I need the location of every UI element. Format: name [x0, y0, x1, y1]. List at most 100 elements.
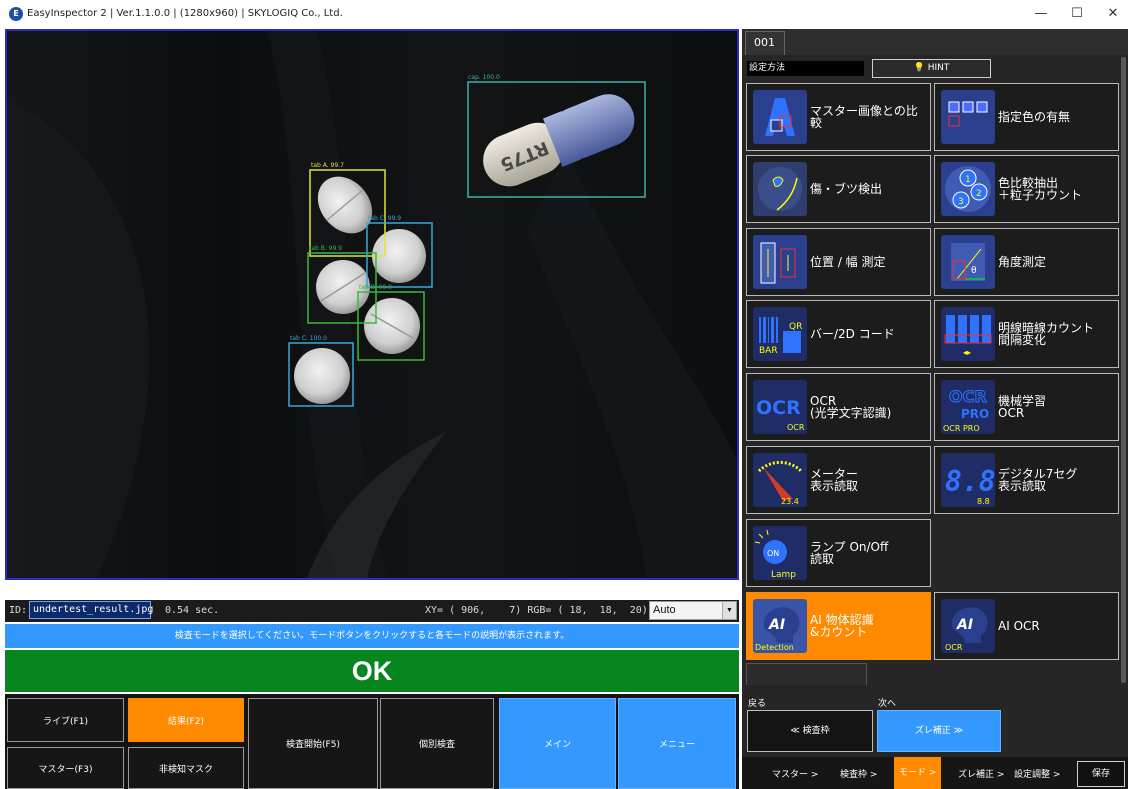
mode-master-compare[interactable]: マスター画像との比 較: [746, 83, 931, 151]
svg-text:θ: θ: [971, 266, 977, 276]
icon-text: AI: [956, 617, 973, 633]
next-label: 次へ: [878, 699, 897, 709]
icon-text: OCR PRO: [943, 424, 980, 433]
mode-meter[interactable]: 23.4 メーター 表示読取: [746, 446, 931, 514]
dropdown-arrow-icon[interactable]: ▼: [722, 602, 736, 619]
status-message: 検査モードを選択してください。モードボタンをクリックすると各モードの説明が表示さ…: [5, 624, 739, 648]
individual-inspection-button[interactable]: 個別検査: [380, 698, 494, 789]
seven-seg-icon: 8.8 8.8: [941, 453, 995, 507]
angle-icon: θ: [941, 235, 995, 289]
mode-label: メーター 表示読取: [810, 467, 859, 493]
crumb-offset-correction[interactable]: ズレ補正 >: [958, 767, 1004, 780]
svg-text:2: 2: [976, 189, 982, 199]
menu-button[interactable]: メニュー: [618, 698, 736, 789]
master-button[interactable]: マスター(F3): [7, 747, 124, 789]
display-mode-value: Auto: [653, 604, 676, 616]
mode-position-width[interactable]: 位置 / 幅 測定: [746, 228, 931, 296]
id-field[interactable]: undertest_result.jpg: [29, 601, 153, 619]
icon-text: PRO: [961, 407, 989, 421]
result-button[interactable]: 結果(F2): [128, 698, 244, 742]
scratch-detect-icon: [753, 162, 807, 216]
hint-label: HINT: [927, 63, 950, 73]
mode-color-presence[interactable]: 指定色の有無: [934, 83, 1119, 151]
icon-text: 8.8: [977, 497, 990, 506]
mode-line-count[interactable]: ◂▸ 明線暗線カウント 間隔変化: [934, 300, 1119, 368]
mode-barcode[interactable]: QR BAR バー/2D コード: [746, 300, 931, 368]
icon-text: OCR: [756, 397, 801, 419]
mode-label: ランプ On/Off 読取: [810, 540, 889, 566]
detection-label: tab C. 99.9: [368, 215, 401, 222]
barcode-icon: QR BAR: [753, 307, 807, 361]
main-button[interactable]: メイン: [499, 698, 616, 789]
icon-text: OCR: [787, 423, 805, 432]
ai-detection-icon: AI Detection: [753, 599, 807, 653]
live-button[interactable]: ライブ(F1): [7, 698, 124, 742]
next-button[interactable]: ズレ補正 ≫: [877, 710, 1001, 752]
mode-scratch-detect[interactable]: 傷・ブツ検出: [746, 155, 931, 223]
mode-label: 位置 / 幅 測定: [810, 255, 886, 269]
svg-text:3: 3: [958, 197, 964, 207]
display-mode-select[interactable]: Auto ▼: [649, 601, 737, 620]
lightbulb-icon: 💡: [913, 63, 925, 73]
mode-list-scrollbar[interactable]: [1121, 57, 1126, 683]
processing-time: 0.54 sec.: [165, 605, 220, 616]
detection-label: tab B. 99.9: [309, 245, 342, 252]
back-button[interactable]: ≪ 検査枠: [747, 710, 873, 752]
close-button[interactable]: ✕: [1098, 4, 1128, 24]
mode-label: マスター画像との比 較: [810, 104, 918, 130]
mode-label: 明線暗線カウント 間隔変化: [998, 321, 1095, 347]
ocr-icon: OCR OCR: [753, 380, 807, 434]
icon-text: AI: [768, 617, 785, 633]
icon-text: Lamp: [771, 570, 796, 580]
ai-ocr-icon: AI OCR: [941, 599, 995, 653]
mode-label: 機械学習 OCR: [998, 394, 1047, 420]
mode-label: AI OCR: [998, 619, 1040, 633]
detection-label: tab B. 99.9: [359, 284, 392, 291]
window-title: EasyInspector 2 | Ver.1.1.0.0 | (1280x96…: [27, 8, 343, 19]
color-presence-icon: [941, 90, 995, 144]
icon-text: QR: [789, 322, 802, 332]
mode-seven-seg[interactable]: 8.8 8.8 デジタル7セグ 表示読取: [934, 446, 1119, 514]
meter-icon: 23.4: [753, 453, 807, 507]
svg-text:1: 1: [965, 175, 971, 185]
mode-label: バー/2D コード: [810, 327, 895, 341]
mode-label: デジタル7セグ 表示読取: [998, 467, 1078, 493]
icon-text: 23.4: [781, 497, 799, 506]
result-banner: OK: [5, 650, 739, 692]
mode-ai-detection[interactable]: AI Detection AI 物体認識 &カウント: [746, 592, 931, 660]
detection-label: tab A. 99.7: [311, 162, 344, 169]
save-button[interactable]: 保存: [1077, 761, 1125, 787]
icon-text: BAR: [759, 346, 778, 356]
camera-view[interactable]: RT75 cap. 100.0 tab A. 99.7 tab C. 99.9 …: [5, 29, 739, 580]
cursor-readout: XY= ( 906, 7) RGB= ( 18, 18, 20): [425, 605, 648, 616]
crumb-setting-adjust[interactable]: 設定調整 >: [1014, 767, 1060, 780]
nondetect-mask-button[interactable]: 非検知マスク: [128, 747, 244, 789]
minimize-button[interactable]: —: [1026, 4, 1056, 24]
svg-text:◂▸: ◂▸: [963, 348, 971, 357]
mode-label: 色比較抽出 ＋粒子カウント: [998, 176, 1083, 202]
back-label: 戻る: [748, 699, 767, 709]
mode-lamp[interactable]: ON Lamp ランプ On/Off 読取: [746, 519, 931, 587]
mode-label: 角度測定: [998, 255, 1047, 269]
setting-method-label: 設定方法: [747, 61, 864, 76]
maximize-button[interactable]: ☐: [1062, 4, 1092, 24]
icon-text: 8.8: [945, 465, 995, 498]
mode-ocr[interactable]: OCR OCR OCR (光学文字認識): [746, 373, 931, 441]
tab-bar: 001: [742, 29, 1128, 55]
app-logo-icon: E: [9, 7, 23, 21]
mode-angle[interactable]: θ 角度測定: [934, 228, 1119, 296]
crumb-master[interactable]: マスター >: [772, 767, 818, 780]
mode-ml-ocr[interactable]: OCR PRO OCR PRO 機械学習 OCR: [934, 373, 1119, 441]
sub-tab[interactable]: [746, 663, 867, 685]
start-inspection-button[interactable]: 検査開始(F5): [248, 698, 378, 789]
tab-001[interactable]: 001: [745, 31, 785, 55]
hint-button[interactable]: 💡 HINT: [872, 59, 991, 78]
mode-particle-count[interactable]: 12 3 色比較抽出 ＋粒子カウント: [934, 155, 1119, 223]
mode-ai-ocr[interactable]: AI OCR AI OCR: [934, 592, 1119, 660]
mode-label: 傷・ブツ検出: [810, 182, 883, 196]
crumb-mode[interactable]: モード >: [894, 757, 942, 789]
icon-text: OCR: [945, 643, 963, 652]
master-compare-icon: [753, 90, 807, 144]
crumb-inspection-frame[interactable]: 検査枠 >: [840, 767, 877, 780]
mode-label: 指定色の有無: [998, 110, 1071, 124]
